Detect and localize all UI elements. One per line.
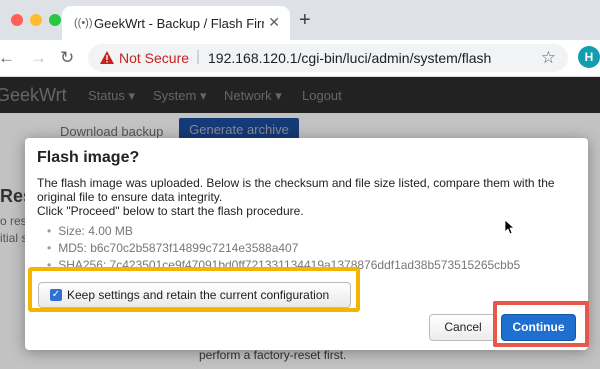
window-minimize-icon[interactable] (30, 14, 42, 26)
download-backup-label: Download backup (60, 124, 164, 139)
cancel-button[interactable]: Cancel (429, 314, 497, 341)
keep-settings-checkbox[interactable]: ✓ (50, 289, 62, 301)
menu-status[interactable]: Status ▾ (88, 88, 135, 104)
menu-network[interactable]: Network ▾ (224, 88, 282, 104)
favicon-icon: ((•)) (74, 17, 93, 29)
description-line-3: Click "Proceed" below to start the flash… (37, 204, 304, 218)
url-text[interactable]: 192.168.120.1/cgi-bin/luci/admin/system/… (208, 50, 491, 66)
browser-toolbar: ← → ↻ Not Secure | 192.168.120.1/cgi-bin… (0, 40, 600, 77)
continue-button[interactable]: Continue (501, 314, 576, 341)
bookmark-star-icon[interactable]: ☆ (541, 48, 556, 68)
description-line-1: The flash image was uploaded. Below is t… (37, 176, 555, 190)
flash-image-dialog: Flash image? The flash image was uploade… (25, 138, 588, 350)
security-label[interactable]: Not Secure (119, 50, 189, 66)
image-sha256: SHA256: 7c423501ce9f47091bd0ff7213311344… (47, 257, 520, 274)
menu-system[interactable]: System ▾ (153, 88, 206, 104)
menu-system-label: System (153, 88, 197, 103)
back-icon[interactable]: ← (0, 49, 15, 67)
tab-title: GeekWrt - Backup / Flash Firm (94, 16, 264, 31)
image-md5: MD5: b6c70c2b5873f14899c7214e3588a407 (47, 240, 520, 257)
tab-bar: ((•)) GeekWrt - Backup / Flash Firm ✕ + (0, 0, 600, 40)
description-line-2: original file to ensure data integrity. (37, 190, 223, 204)
menu-network-label: Network (224, 88, 272, 103)
warning-icon (100, 51, 114, 64)
new-tab-icon[interactable]: + (299, 10, 311, 30)
keep-settings-label: Keep settings and retain the current con… (67, 288, 330, 302)
image-info-list: Size: 4.00 MB MD5: b6c70c2b5873f14899c72… (47, 223, 520, 274)
window-close-icon[interactable] (11, 14, 23, 26)
tab-close-icon[interactable]: ✕ (268, 14, 280, 31)
profile-avatar[interactable]: H (578, 46, 600, 68)
url-separator: | (196, 48, 200, 65)
reload-icon[interactable]: ↻ (60, 49, 74, 67)
image-size: Size: 4.00 MB (47, 223, 520, 240)
brand-logo[interactable]: GeekWrt (0, 85, 67, 106)
window-maximize-icon[interactable] (49, 14, 61, 26)
dialog-description: The flash image was uploaded. Below is t… (37, 176, 582, 218)
luci-header: GeekWrt Status ▾ System ▾ Network ▾ Logo… (0, 77, 600, 113)
side-text-2: itial s (0, 231, 28, 245)
mouse-cursor-icon (505, 220, 515, 235)
address-bar[interactable]: Not Secure | 192.168.120.1/cgi-bin/luci/… (88, 44, 568, 72)
menu-status-label: Status (88, 88, 125, 103)
dialog-title: Flash image? (37, 149, 140, 166)
keep-settings-toggle[interactable]: ✓ Keep settings and retain the current c… (38, 282, 351, 308)
browser-tab[interactable]: ((•)) GeekWrt - Backup / Flash Firm ✕ (62, 6, 290, 40)
forward-icon[interactable]: → (30, 49, 47, 67)
menu-logout[interactable]: Logout (302, 88, 342, 103)
footer-text: perform a factory-reset first. (199, 348, 347, 362)
